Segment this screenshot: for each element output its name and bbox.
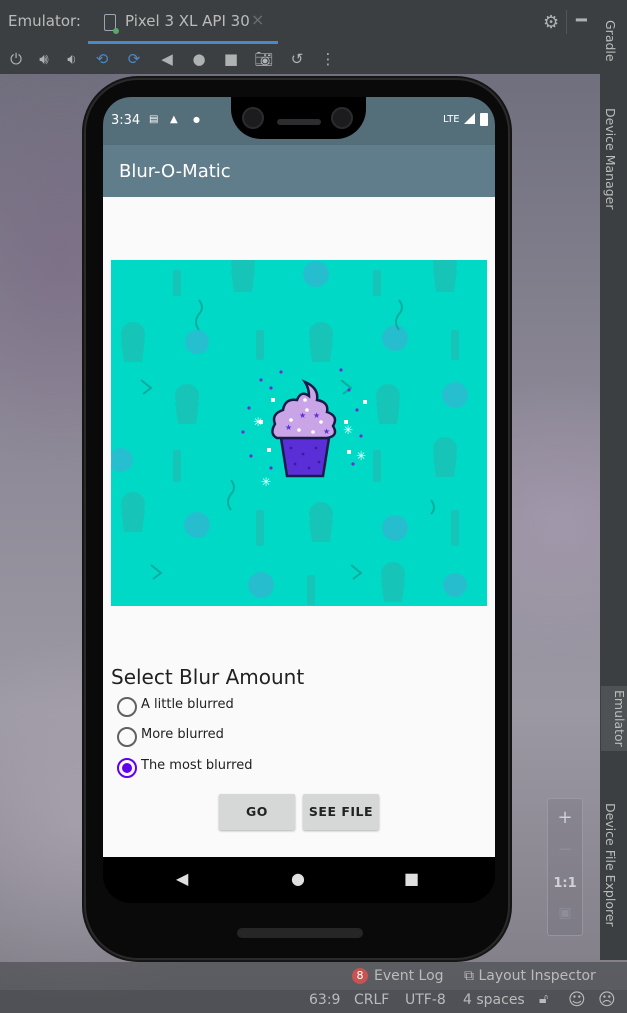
side-tab-device-file-explorer[interactable]: Device File Explorer (603, 803, 618, 927)
camera-icon[interactable]: 📷︎ (254, 49, 274, 69)
device-tab[interactable]: Pixel 3 XL API 30 × (88, 0, 278, 44)
radio-more-blurred[interactable] (117, 727, 137, 747)
app-content: ✳ ✳ ✳ ✳ ★ ★ ★ ★ Select Blur Amount A lit… (103, 197, 495, 857)
see-file-button[interactable]: SEE FILE (303, 794, 379, 830)
close-tab-icon[interactable]: × (251, 10, 264, 29)
svg-text:✳: ✳ (261, 475, 271, 489)
svg-text:★: ★ (323, 427, 330, 436)
back-icon[interactable]: ◀ (157, 49, 177, 69)
radio-little-blurred[interactable] (117, 697, 137, 717)
home-icon[interactable]: ● (189, 49, 209, 69)
earpiece (277, 119, 321, 125)
zoom-fit-icon[interactable]: ▣ (548, 905, 582, 921)
svg-text:★: ★ (285, 423, 292, 432)
gear-icon[interactable]: ⚙ (543, 12, 559, 33)
zoom-panel: + − 1:1 ▣ (547, 798, 583, 936)
nav-back-icon[interactable]: ◀ (176, 869, 188, 888)
divider (566, 10, 567, 34)
zoom-out-button[interactable]: − (548, 839, 582, 860)
minimize-icon[interactable]: ━ (576, 10, 587, 31)
notification-icon: ▤ (149, 114, 159, 125)
cupcake-image: ✳ ✳ ✳ ✳ ★ ★ ★ ★ (111, 260, 487, 606)
more-icon[interactable]: ⋮ (318, 49, 338, 69)
radio-most-blurred[interactable] (117, 758, 137, 778)
rotate-left-icon[interactable]: ⟲ (92, 49, 112, 69)
emulator-toolbar: ⏻ 🔊︎ 🔉︎ ⟲ ⟳ ◀ ● ■ 📷︎ ↺ ⋮ (0, 44, 600, 74)
file-encoding[interactable]: UTF-8 (405, 992, 446, 1008)
front-camera-icon (242, 107, 264, 129)
layout-inspector-icon: ⧉ (464, 968, 479, 984)
overview-icon[interactable]: ■ (221, 49, 241, 69)
svg-text:★: ★ (313, 411, 320, 420)
android-status-bar: 3:34 ▤ ▲ ● LTE (103, 97, 495, 145)
clock: 3:34 (111, 113, 141, 128)
front-camera-icon (331, 107, 353, 129)
layout-inspector-label: Layout Inspector (478, 968, 596, 984)
network-type: LTE (443, 114, 460, 125)
side-tab-gradle[interactable]: Gradle (603, 20, 618, 62)
cupcake-illustration: ✳ ✳ ✳ ✳ ★★★★ (111, 260, 468, 605)
zoom-actual-size-button[interactable]: 1:1 (548, 876, 582, 891)
app-bar: Blur-O-Matic (103, 145, 495, 197)
event-log-count: 8 (352, 968, 368, 984)
notification-icon: ▲ (170, 114, 178, 125)
svg-text:✳: ✳ (356, 449, 366, 463)
battery-icon (480, 113, 488, 126)
nav-recents-icon[interactable]: ■ (404, 869, 419, 888)
device-screen[interactable]: 3:34 ▤ ▲ ● LTE Blur-O-Matic ✳ ✳ ✳ ✳ ★ ★ … (103, 97, 495, 903)
side-tab-device-manager[interactable]: Device Manager (603, 108, 618, 210)
lock-icon[interactable]: 🔓︎ (539, 991, 548, 1007)
status-bar: 63:9 CRLF UTF-8 4 spaces 🔓︎ ☺ ☹ (0, 990, 627, 1013)
svg-text:✳: ✳ (343, 423, 353, 437)
radio-label-most-blurred[interactable]: The most blurred (141, 758, 252, 773)
power-icon[interactable]: ⏻ (6, 49, 26, 69)
radio-label-more-blurred[interactable]: More blurred (141, 727, 224, 742)
svg-text:✳: ✳ (253, 415, 263, 429)
layout-inspector-button[interactable]: ⧉ Layout Inspector (464, 968, 596, 984)
side-tab-emulator[interactable]: Emulator (601, 686, 627, 751)
sad-face-icon[interactable]: ☹ (598, 990, 616, 1010)
radio-label-little-blurred[interactable]: A little blurred (141, 697, 234, 712)
event-log-label: Event Log (374, 968, 444, 984)
indent-setting[interactable]: 4 spaces (463, 992, 525, 1008)
happy-face-icon[interactable]: ☺ (568, 990, 586, 1010)
snapshot-icon[interactable]: ↺ (287, 49, 307, 69)
svg-text:★: ★ (299, 411, 306, 420)
emulator-header: Emulator: Pixel 3 XL API 30 × ⚙ ━ (0, 0, 627, 44)
tool-window-strip: 8 Event Log ⧉ Layout Inspector (0, 962, 627, 990)
volume-down-icon[interactable]: 🔉︎ (62, 49, 82, 69)
caret-position[interactable]: 63:9 (309, 992, 340, 1008)
emulator-label: Emulator: (8, 12, 81, 30)
notification-dot-icon: ● (193, 115, 200, 124)
nav-home-icon[interactable]: ● (291, 869, 305, 888)
rotate-right-icon[interactable]: ⟳ (124, 49, 144, 69)
bottom-speaker (237, 928, 363, 938)
volume-up-icon[interactable]: 🔊︎ (34, 49, 54, 69)
go-button[interactable]: GO (219, 794, 295, 830)
android-navigation-bar: ◀ ● ■ (103, 857, 495, 903)
display-notch (231, 97, 366, 139)
app-title: Blur-O-Matic (119, 161, 231, 182)
zoom-in-button[interactable]: + (548, 807, 582, 828)
device-icon (104, 14, 119, 34)
signal-icon (464, 113, 475, 124)
blur-amount-heading: Select Blur Amount (111, 665, 305, 689)
device-tab-name: Pixel 3 XL API 30 (125, 12, 250, 30)
event-log-button[interactable]: 8 Event Log (352, 968, 444, 984)
line-separator[interactable]: CRLF (354, 992, 389, 1008)
